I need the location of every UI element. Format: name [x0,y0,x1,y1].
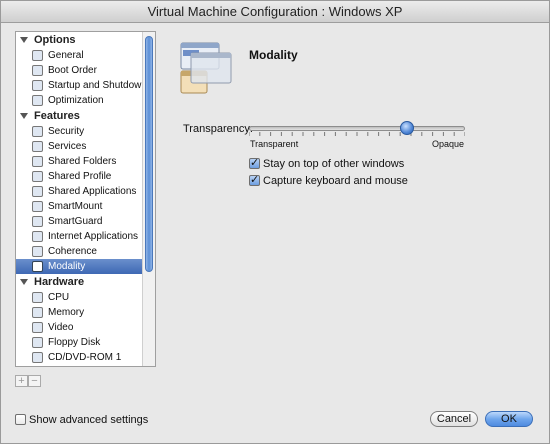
capture-input-label: Capture keyboard and mouse [263,175,408,187]
sidebar-item-label: Optimization [48,95,104,106]
page-title: Modality [249,48,298,62]
sidebar-item-cd-dvd-rom-1[interactable]: CD/DVD-ROM 1 [16,350,143,365]
sidebar-item-label: Modality [48,261,86,272]
capture-input-checkbox[interactable] [249,173,260,187]
sidebar-item-startup-and-shutdown[interactable]: Startup and Shutdown [16,78,147,93]
sidebar-item-label: Coherence [48,246,97,257]
sidebar-item-internet-applications[interactable]: Internet Applications [16,229,143,244]
stay-on-top-option[interactable]: Stay on top of other windows [249,156,405,171]
sidebar-scroll-thumb[interactable] [145,36,153,272]
transparency-slider-knob[interactable] [399,121,414,135]
add-remove-controls: + − [15,375,41,388]
folder-icon [32,156,43,167]
sidebar-list: Options General Boot Order Startup and Shut… [16,32,147,365]
optimization-icon [32,95,43,106]
sidebar-item-label: Startup and Shutdown [48,80,147,91]
advanced-settings-checkbox[interactable] [15,414,26,425]
sidebar-item-label: General [48,50,84,61]
sidebar-item-label: CD/DVD-ROM 1 [48,352,122,363]
floppy-icon [32,337,43,348]
profile-icon [32,171,43,182]
advanced-settings-label: Show advanced settings [29,414,149,426]
remove-device-button[interactable]: − [28,375,41,387]
sidebar-item-shared-applications[interactable]: Shared Applications [16,184,143,199]
sidebar-item-label: CPU [48,292,70,303]
add-device-button[interactable]: + [15,375,28,387]
sidebar-scrollbar[interactable] [142,32,155,366]
sidebar-item-services[interactable]: Services [16,139,143,154]
video-icon [32,322,43,333]
sidebar-item-label: Shared Applications [48,186,137,197]
sidebar-item-security[interactable]: Security [16,124,143,139]
applications-icon [32,186,43,197]
window-title: Virtual Machine Configuration : Windows … [1,1,549,23]
services-icon [32,141,43,152]
sidebar-item-shared-profile[interactable]: Shared Profile [16,169,143,184]
cpu-icon [32,292,43,303]
cancel-button[interactable]: Cancel [430,411,478,427]
slider-ticks [249,132,465,136]
sidebar-item-video[interactable]: Video [16,320,143,335]
sidebar-section-options[interactable]: Options [16,32,143,48]
ok-button[interactable]: OK [485,411,533,427]
sidebar-section-hardware[interactable]: Hardware [16,274,143,290]
sidebar-item-label: Memory [48,307,85,318]
disclosure-triangle-icon[interactable] [20,279,28,285]
sidebar-item-optimization[interactable]: Optimization [16,93,143,108]
sidebar-item-shared-folders[interactable]: Shared Folders [16,154,143,169]
capture-input-option[interactable]: Capture keyboard and mouse [249,173,408,188]
disclosure-triangle-icon[interactable] [20,113,28,119]
sidebar-item-label: SmartMount [48,201,103,212]
settings-sidebar: Options General Boot Order Startup and Shut… [15,31,156,367]
sidebar-section-label: Options [34,34,76,46]
power-icon [32,80,43,91]
transparency-slider-track[interactable] [249,126,465,131]
modality-header-icon [180,42,232,94]
stay-on-top-checkbox[interactable] [249,156,260,170]
disclosure-triangle-icon[interactable] [20,37,28,43]
sidebar-item-label: Internet Applications [48,231,139,242]
monitor-icon [32,50,43,61]
vm-configuration-window: Virtual Machine Configuration : Windows … [0,0,550,444]
sidebar-section-label: Features [34,110,80,122]
memory-icon [32,307,43,318]
sidebar-item-boot-order[interactable]: Boot Order [16,63,143,78]
sidebar-item-label: Floppy Disk [48,337,101,348]
sidebar-item-label: Shared Profile [48,171,112,182]
internet-icon [32,231,43,242]
sidebar-section-features[interactable]: Features [16,108,143,124]
sidebar-item-label: Services [48,141,87,152]
sidebar-item-smartmount[interactable]: SmartMount [16,199,143,214]
smartmount-icon [32,201,43,212]
boot-icon [32,65,43,76]
sidebar-item-modality[interactable]: Modality [16,259,143,274]
cd-icon [32,352,43,363]
sidebar-item-label: Boot Order [48,65,97,76]
sidebar-section-label: Hardware [34,276,85,288]
coherence-icon [32,246,43,257]
sidebar-item-smartguard[interactable]: SmartGuard [16,214,143,229]
sidebar-item-general[interactable]: General [16,48,143,63]
sidebar-item-label: Shared Folders [48,156,117,167]
sidebar-item-label: Security [48,126,85,137]
stay-on-top-label: Stay on top of other windows [263,158,405,170]
sidebar-item-memory[interactable]: Memory [16,305,143,320]
sidebar-item-cpu[interactable]: CPU [16,290,143,305]
transparency-label: Transparency: [183,123,253,135]
sidebar-item-coherence[interactable]: Coherence [16,244,143,259]
opaque-label: Opaque [432,139,465,149]
modality-icon [32,261,43,272]
sidebar-item-label: Video [48,322,74,333]
sidebar-item-floppy-disk[interactable]: Floppy Disk [16,335,143,350]
smartguard-icon [32,216,43,227]
sidebar-item-label: SmartGuard [48,216,103,227]
shield-icon [32,126,43,137]
transparent-label: Transparent [250,139,299,149]
advanced-settings-option[interactable]: Show advanced settings [15,413,148,427]
